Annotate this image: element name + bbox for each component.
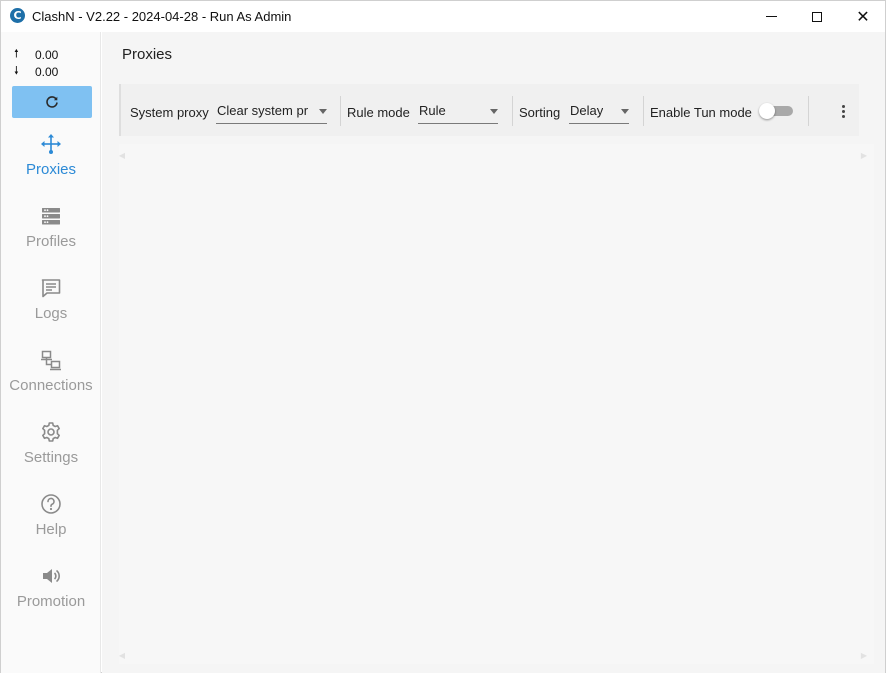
page-title: Proxies: [122, 46, 173, 63]
toolbar-divider: [512, 96, 513, 126]
sidebar-item-label: Logs: [34, 305, 68, 322]
chevron-down-icon: [490, 109, 498, 114]
minimize-button[interactable]: [748, 1, 794, 32]
scroll-right-icon[interactable]: ▶: [859, 151, 869, 161]
sidebar-item-promotion[interactable]: Promotion: [1, 561, 101, 625]
sidebar: 🠕 0.00 🠗 0.00 Proxies Profiles Logs Conn…: [1, 32, 101, 673]
proxies-toolbar: System proxy Clear system pr Rule mode R…: [119, 84, 859, 136]
maximize-button[interactable]: [794, 1, 840, 32]
refresh-icon: [46, 96, 58, 108]
app-logo-icon: C: [10, 8, 25, 23]
more-options-button[interactable]: [833, 101, 853, 121]
scroll-right-icon[interactable]: ▶: [859, 651, 869, 661]
more-vertical-dot: [841, 109, 845, 113]
window-title: ClashN - V2.22 - 2024-04-28 - Run As Adm…: [32, 9, 292, 24]
toolbar-divider: [643, 96, 644, 126]
profiles-icon: [42, 208, 60, 225]
sidebar-item-label: Connections: [9, 377, 93, 394]
sidebar-item-profiles[interactable]: Profiles: [1, 201, 101, 265]
sidebar-item-label: Settings: [23, 449, 79, 466]
system-proxy-value: Clear system pr: [217, 103, 309, 118]
app-window: C ClashN - V2.22 - 2024-04-28 - Run As A…: [0, 0, 886, 673]
sidebar-item-help[interactable]: Help: [1, 489, 101, 553]
sidebar-item-label: Help: [35, 521, 67, 538]
sidebar-item-proxies[interactable]: Proxies: [1, 129, 101, 193]
refresh-button[interactable]: [12, 86, 92, 118]
rule-mode-value: Rule: [419, 103, 446, 118]
rule-mode-label: Rule mode: [347, 105, 410, 120]
more-vertical-dot: [841, 114, 845, 118]
close-icon: ✕: [856, 6, 870, 26]
proxies-icon: [41, 134, 61, 154]
scroll-left-icon[interactable]: ◀: [117, 651, 127, 661]
speaker-icon: [43, 569, 60, 583]
rule-mode-select[interactable]: Rule: [418, 98, 498, 124]
sorting-label: Sorting: [519, 105, 561, 120]
sorting-select[interactable]: Delay: [569, 98, 629, 124]
proxy-list-area[interactable]: ◀ ▶ ◀ ▶: [119, 144, 874, 664]
title-bar: C ClashN - V2.22 - 2024-04-28 - Run As A…: [1, 1, 885, 32]
sidebar-item-label: Promotion: [16, 593, 86, 610]
close-button[interactable]: ✕: [840, 1, 886, 32]
sidebar-item-label: Proxies: [25, 161, 77, 178]
sorting-value: Delay: [570, 103, 604, 118]
toolbar-divider: [808, 96, 809, 126]
help-icon: [41, 494, 61, 514]
chevron-down-icon: [319, 109, 327, 114]
download-arrow-icon: 🠗: [14, 64, 19, 77]
logs-icon: [41, 279, 61, 298]
sidebar-item-logs[interactable]: Logs: [1, 273, 101, 337]
toggle-thumb: [759, 103, 775, 119]
gear-icon: [42, 422, 60, 442]
sidebar-item-connections[interactable]: Connections: [1, 345, 101, 409]
upload-speed-value: 0.00: [35, 47, 59, 62]
main-content: Proxies System proxy Clear system pr Rul…: [102, 32, 885, 673]
tun-mode-label: Enable Tun mode: [650, 105, 752, 120]
system-proxy-select[interactable]: Clear system pr: [216, 98, 327, 124]
connections-icon: [41, 350, 61, 371]
maximize-icon: [812, 11, 822, 22]
download-speed: 🠗 0.00: [14, 62, 58, 81]
scroll-left-icon[interactable]: ◀: [117, 151, 127, 161]
minimize-icon: [765, 16, 777, 17]
chevron-down-icon: [621, 109, 629, 114]
toolbar-divider: [340, 96, 341, 126]
system-proxy-label: System proxy: [130, 105, 209, 120]
download-speed-value: 0.00: [35, 64, 59, 79]
tun-mode-toggle[interactable]: [759, 103, 793, 119]
sidebar-item-settings[interactable]: Settings: [1, 417, 101, 481]
sidebar-item-label: Profiles: [25, 233, 77, 250]
more-vertical-icon: [841, 104, 845, 108]
